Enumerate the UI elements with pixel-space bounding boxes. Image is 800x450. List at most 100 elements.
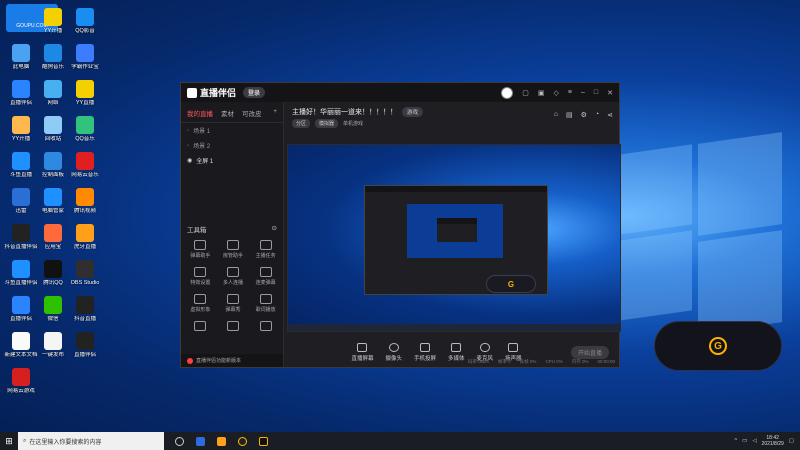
desktop-icon-label: QQ影音	[75, 28, 95, 34]
live-companion-window: 直播伴侣 登录 ▢ ▣ ◇ ≡ – □ ✕ 我的直播 素材 可改皮 + ◦ 场景 …	[180, 82, 621, 368]
room-category[interactable]: 分区	[292, 119, 311, 128]
desktop-icon[interactable]: 腾讯QQ	[36, 260, 70, 286]
desktop-icon[interactable]: 网易云音乐	[68, 152, 102, 178]
room-title[interactable]: 主播好！华丽丽一道来！！！！！	[292, 107, 397, 117]
desktop-icon[interactable]: 直播伴侣	[4, 80, 38, 106]
chevron-up-icon[interactable]: ^	[735, 438, 738, 444]
desktop-icon[interactable]: 虎牙直播	[68, 224, 102, 250]
phone-mirror-button[interactable]: 手机投屏	[414, 343, 436, 362]
maximize-icon[interactable]: □	[594, 89, 598, 96]
desktop-app-icon	[12, 260, 30, 278]
desktop-icon[interactable]: 一键发布	[36, 332, 70, 358]
taskbar-app-icon[interactable]	[254, 433, 272, 449]
avatar[interactable]	[501, 86, 514, 99]
settings-icon[interactable]: ⚙	[581, 111, 587, 119]
start-live-button[interactable]: 开始直播	[571, 346, 609, 359]
taskbar-app-icon[interactable]	[191, 433, 209, 449]
desktop-icon[interactable]: QQ音乐	[68, 116, 102, 142]
notice-bar[interactable]: 直播伴侣功能新版本	[181, 354, 283, 367]
tool-item[interactable]: 房管助手	[217, 240, 250, 259]
tool-item[interactable]: 特效设置	[184, 267, 217, 286]
share-icon[interactable]: ⋖	[607, 111, 613, 119]
desktop-icon[interactable]: 抖音直播伴侣	[4, 224, 38, 250]
desktop-icon[interactable]: 网络	[36, 80, 70, 106]
screen-capture-button[interactable]: 直播屏幕	[351, 343, 373, 362]
desktop-icon[interactable]: QQ影音	[68, 8, 102, 34]
tool-item[interactable]: 弹幕助手	[184, 240, 217, 259]
desktop-icon[interactable]: 应用宝	[36, 224, 70, 250]
gift-icon[interactable]: ◇	[554, 89, 559, 97]
desktop-icon[interactable]: 斗鱼直播	[4, 152, 38, 178]
desktop-icon[interactable]: 腾讯视频	[68, 188, 102, 214]
start-button[interactable]: ⊞	[0, 432, 18, 450]
screen-icon[interactable]: ▣	[538, 89, 545, 97]
desktop-icon[interactable]: 此电脑	[4, 44, 38, 70]
search-box[interactable]: ⌕ 在这里输入你要搜索的内容	[18, 432, 164, 450]
desktop-icon[interactable]: 学霸作业宝	[68, 44, 102, 70]
taskbar: ⊞ ⌕ 在这里输入你要搜索的内容 ^ ▭ ◁ 18:42 2021/8/29 ▢	[0, 432, 800, 450]
tool-item[interactable]	[249, 321, 282, 333]
room-title-tag[interactable]: 游戏	[402, 107, 424, 117]
tool-item[interactable]	[184, 321, 217, 333]
taskbar-app-icon[interactable]	[212, 433, 230, 449]
room-subcategory[interactable]: 模拟器	[315, 119, 339, 128]
login-badge[interactable]: 登录	[243, 87, 266, 98]
desktop-icon[interactable]: YY直播	[68, 80, 102, 106]
minimize-icon[interactable]: –	[581, 89, 585, 96]
clock[interactable]: 18:42 2021/8/29	[762, 435, 784, 447]
desktop-icon[interactable]: 斗鱼直播伴侣	[4, 260, 38, 286]
desktop-icon[interactable]: OBS Studio	[68, 260, 102, 286]
floating-badge[interactable]: G	[654, 321, 782, 371]
share-screen-icon[interactable]: ▤	[566, 111, 573, 119]
desktop-icon[interactable]: 直播伴侣	[4, 296, 38, 322]
tab-skin[interactable]: 可改皮	[242, 108, 262, 118]
tool-item[interactable]: 弹幕秀	[217, 294, 250, 313]
scene-item[interactable]: ◦ 场景 1	[181, 123, 283, 138]
desktop-app-icon	[12, 224, 30, 242]
tool-item[interactable]: 连麦弹幕	[249, 267, 282, 286]
desktop-icon[interactable]: 新建文本文档	[4, 332, 38, 358]
tab-my-live[interactable]: 我的直播	[187, 108, 213, 118]
scene-item[interactable]: ◉ 全屏 1	[181, 153, 283, 168]
notification-icon[interactable]: ▢	[789, 438, 794, 444]
room-type: 单机游戏	[343, 121, 364, 127]
add-icon[interactable]: +	[273, 108, 277, 118]
task-view-icon[interactable]	[170, 433, 188, 449]
tool-item[interactable]	[217, 321, 250, 333]
tab-materials[interactable]: 素材	[221, 108, 234, 118]
tools-more-icon[interactable]: ⊙	[272, 224, 277, 234]
close-icon[interactable]: ✕	[607, 89, 613, 97]
desktop-icon[interactable]: 酷狗音乐	[36, 44, 70, 70]
desktop-icon[interactable]: 抖音直播	[68, 296, 102, 322]
desktop-icon-label: 网易云音乐	[71, 172, 99, 178]
tool-item[interactable]: 多人连播	[217, 267, 250, 286]
tool-item[interactable]: 虚拟形象	[184, 294, 217, 313]
desktop-icon[interactable]: 迅雷	[4, 188, 38, 214]
desktop-app-icon	[44, 8, 62, 26]
desktop-icon-label: 虎牙直播	[73, 244, 96, 250]
desktop-app-icon	[12, 44, 30, 62]
message-icon[interactable]: ▢	[522, 89, 529, 97]
camera-button[interactable]: 摄像头	[385, 343, 402, 362]
gift-icon[interactable]: ⌂	[554, 111, 558, 119]
network-icon[interactable]: ▭	[742, 438, 747, 444]
desktop-icon[interactable]: 网易云游戏	[4, 368, 38, 394]
stream-preview[interactable]: G	[287, 144, 621, 332]
tools-grid: 弹幕助手 房管助手 主播任务 特效设置 多人连播 连麦弹幕 虚拟形象 弹幕秀 歌…	[184, 240, 282, 333]
menu-icon[interactable]: ≡	[568, 89, 572, 96]
tool-item[interactable]: 主播任务	[249, 240, 282, 259]
desktop-icon[interactable]: YY开播	[36, 8, 70, 34]
desktop-icon[interactable]: 直播伴侣	[68, 332, 102, 358]
desktop-icon[interactable]: YY开播	[4, 116, 38, 142]
left-panel: 我的直播 素材 可改皮 + ◦ 场景 1 ◦ 场景 2 ◉ 全屏 1 工具箱 ⊙ 弹幕助…	[181, 102, 284, 367]
desktop-icon[interactable]: 回收站	[36, 116, 70, 142]
desktop-icon[interactable]: 电脑管家	[36, 188, 70, 214]
taskbar-app-icon[interactable]	[233, 433, 251, 449]
desktop-icon[interactable]: 微信	[36, 296, 70, 322]
search-icon: ⌕	[23, 437, 27, 444]
desktop-icon[interactable]: 控制面板	[36, 152, 70, 178]
volume-icon[interactable]: ◁	[752, 438, 756, 444]
bell-icon[interactable]: ◔	[595, 111, 599, 119]
scene-item[interactable]: ◦ 场景 2	[181, 138, 283, 153]
tool-item[interactable]: 歌词播放	[249, 294, 282, 313]
